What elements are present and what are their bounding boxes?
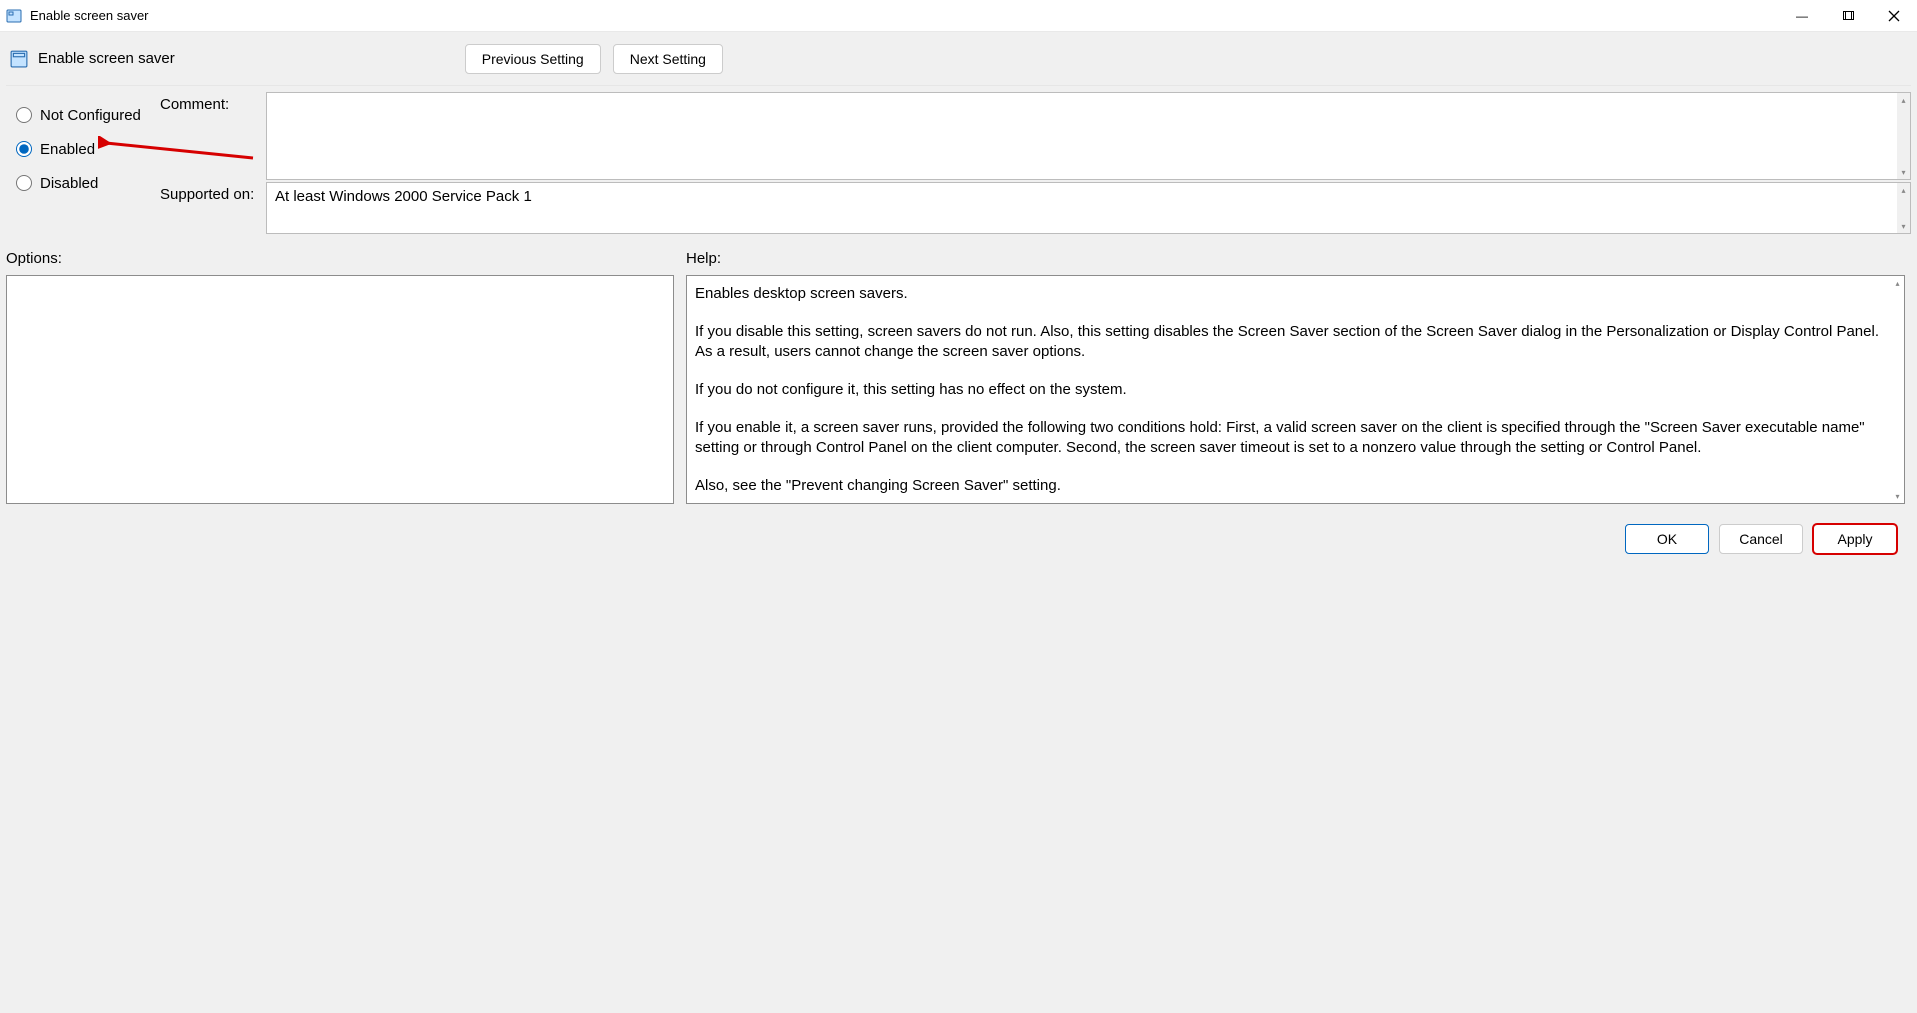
radio-disabled[interactable]: Disabled: [16, 166, 160, 200]
next-setting-button[interactable]: Next Setting: [613, 44, 723, 74]
policy-icon: [10, 50, 28, 68]
scroll-up-icon[interactable]: ▴: [1897, 183, 1910, 197]
policy-title: Enable screen saver: [38, 50, 175, 67]
comment-label: Comment:: [160, 92, 266, 182]
scroll-down-icon[interactable]: ▾: [1891, 489, 1904, 503]
minimize-button[interactable]: —: [1779, 0, 1825, 32]
radio-enabled[interactable]: Enabled: [16, 132, 160, 166]
options-column: Options:: [6, 250, 674, 504]
supported-on-field: At least Windows 2000 Service Pack 1 ▴ ▾: [266, 182, 1911, 234]
radio-not-configured-label: Not Configured: [40, 107, 141, 124]
radio-not-configured[interactable]: Not Configured: [16, 98, 160, 132]
help-text: Enables desktop screen savers. If you di…: [687, 276, 1904, 503]
field-labels: Comment: Supported on:: [160, 92, 266, 234]
radio-enabled-label: Enabled: [40, 141, 95, 158]
titlebar: Enable screen saver —: [0, 0, 1917, 32]
policy-editor-window: Enable screen saver — Enable screen save…: [0, 0, 1917, 1013]
options-label: Options:: [6, 250, 674, 267]
supported-on-text: At least Windows 2000 Service Pack 1: [267, 183, 1897, 233]
help-column: Help: Enables desktop screen savers. If …: [686, 250, 1905, 504]
radio-not-configured-input[interactable]: [16, 107, 32, 123]
radio-disabled-input[interactable]: [16, 175, 32, 191]
close-button[interactable]: [1871, 0, 1917, 32]
comment-field[interactable]: ▴ ▾: [266, 92, 1911, 180]
cancel-button[interactable]: Cancel: [1719, 524, 1803, 554]
apply-button[interactable]: Apply: [1813, 524, 1897, 554]
supported-scrollbar[interactable]: ▴ ▾: [1897, 183, 1910, 233]
state-radios: Not Configured Enabled: [16, 92, 160, 234]
window-controls: —: [1779, 0, 1917, 32]
window-title: Enable screen saver: [30, 8, 1779, 23]
config-row: Not Configured Enabled: [6, 86, 1911, 234]
ok-button[interactable]: OK: [1625, 524, 1709, 554]
radio-disabled-label: Disabled: [40, 175, 98, 192]
comment-text[interactable]: [267, 93, 1897, 179]
content-area: Enable screen saver Previous Setting Nex…: [0, 32, 1917, 1013]
comment-scrollbar[interactable]: ▴ ▾: [1897, 93, 1910, 179]
help-scrollbar[interactable]: ▴ ▾: [1891, 276, 1904, 503]
previous-setting-button[interactable]: Previous Setting: [465, 44, 601, 74]
help-label: Help:: [686, 250, 1905, 267]
radio-enabled-input[interactable]: [16, 141, 32, 157]
options-panel: [6, 275, 674, 504]
maximize-button[interactable]: [1825, 0, 1871, 32]
footer-buttons: OK Cancel Apply: [6, 512, 1911, 566]
supported-on-label: Supported on:: [160, 182, 266, 234]
scroll-down-icon[interactable]: ▾: [1897, 165, 1910, 179]
scroll-up-icon[interactable]: ▴: [1891, 276, 1904, 290]
panels-row: Options: Help: Enables desktop screen sa…: [6, 234, 1911, 512]
help-panel: Enables desktop screen savers. If you di…: [686, 275, 1905, 504]
header-row: Enable screen saver Previous Setting Nex…: [6, 32, 1911, 86]
scroll-down-icon[interactable]: ▾: [1897, 219, 1910, 233]
app-icon: [6, 8, 22, 24]
field-values: ▴ ▾ At least Windows 2000 Service Pack 1…: [266, 92, 1911, 234]
scroll-up-icon[interactable]: ▴: [1897, 93, 1910, 107]
nav-buttons: Previous Setting Next Setting: [465, 44, 723, 74]
